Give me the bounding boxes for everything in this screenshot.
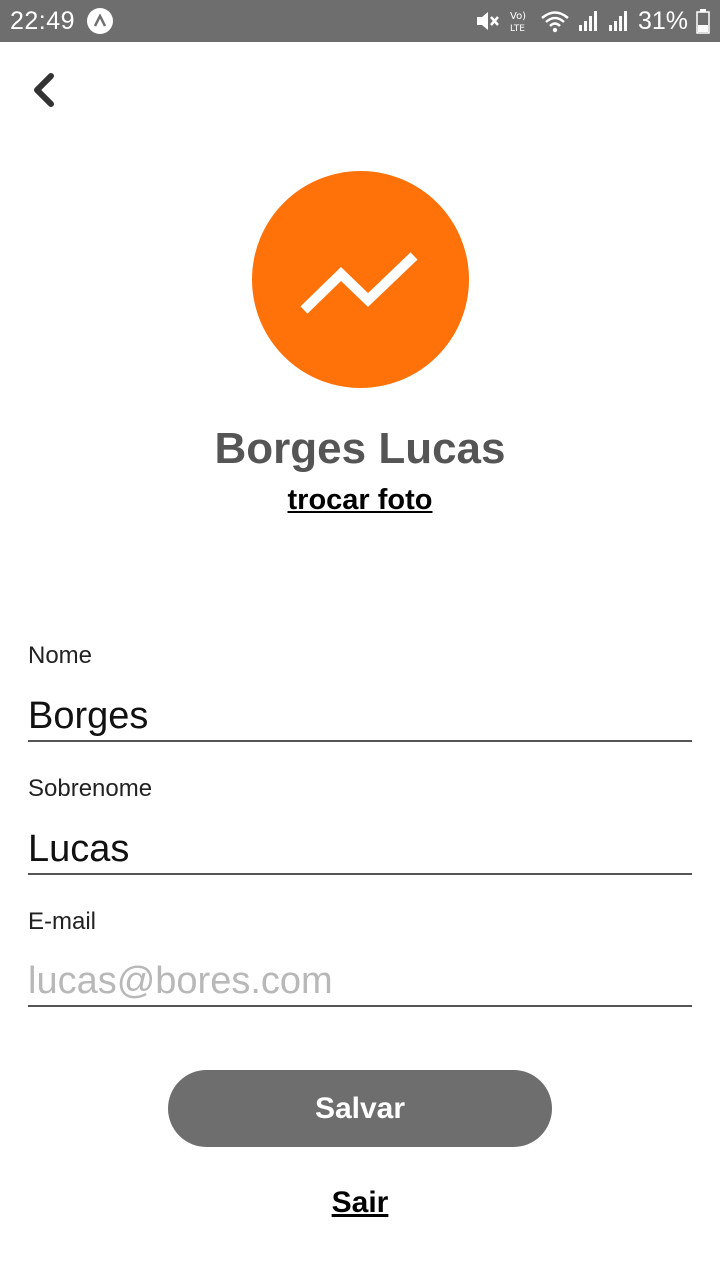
trending-line-icon [300, 251, 417, 314]
svg-text:LTE: LTE [510, 24, 525, 34]
status-time: 22:49 [10, 6, 76, 35]
back-button[interactable] [24, 66, 64, 114]
last-name-input[interactable] [28, 825, 692, 875]
last-name-label: Sobrenome [28, 775, 153, 802]
wifi-icon [540, 9, 570, 33]
signal-icon [578, 9, 600, 33]
first-name-label: Nome [28, 642, 93, 669]
email-input[interactable] [28, 957, 692, 1007]
profile-name: Borges Lucas [214, 424, 506, 473]
volte-icon: Vo) LTE [508, 8, 532, 34]
status-bar: 22:49 Vo) LTE 31% [0, 0, 720, 42]
battery-icon [696, 8, 710, 34]
save-button[interactable]: Salvar [168, 1070, 552, 1147]
battery-percent: 31% [637, 6, 688, 35]
email-label: E-mail [28, 908, 97, 935]
status-left: 22:49 [10, 6, 114, 36]
change-photo-link[interactable]: trocar foto [0, 484, 720, 517]
logout-link[interactable]: Sair [0, 1186, 720, 1220]
app-a-icon [87, 8, 114, 34]
first-name-input[interactable] [28, 692, 692, 742]
avatar[interactable] [252, 171, 469, 388]
mute-icon [474, 9, 500, 33]
svg-text:Vo): Vo) [510, 11, 526, 22]
status-right: Vo) LTE 31% [474, 7, 710, 36]
chevron-left-icon [34, 73, 54, 107]
signal-icon-2 [608, 9, 630, 33]
